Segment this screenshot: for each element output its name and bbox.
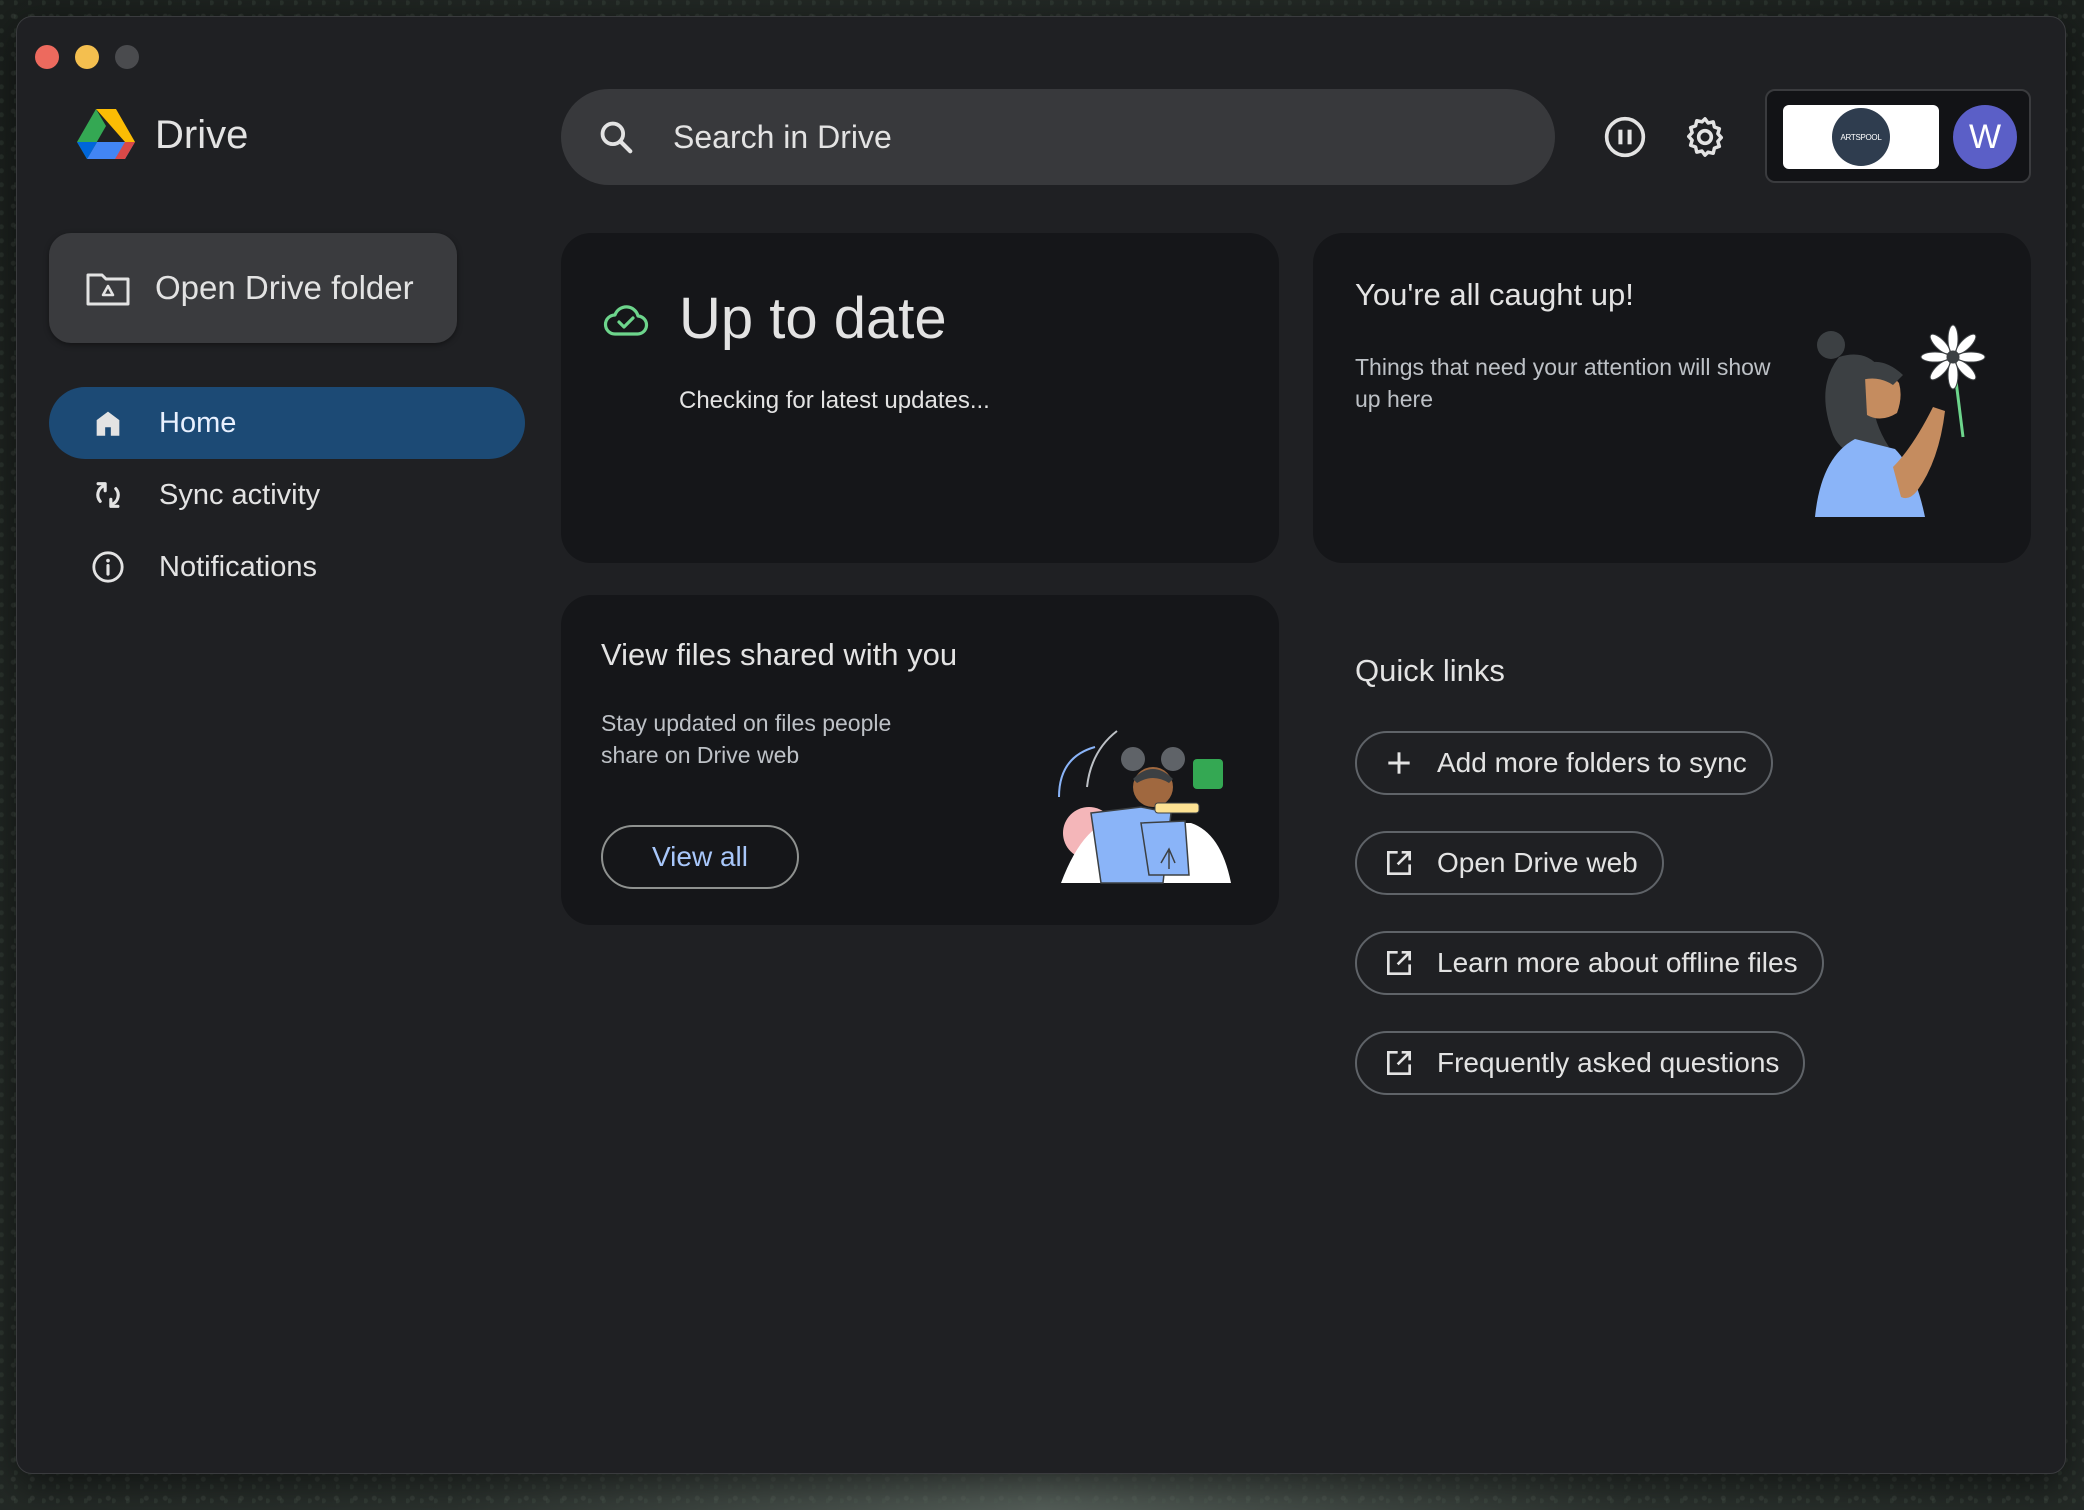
view-all-button[interactable]: View all: [601, 825, 799, 889]
app-brand: Drive: [77, 109, 248, 161]
add-folders-link[interactable]: Add more folders to sync: [1355, 731, 1773, 795]
search-icon: [600, 121, 633, 154]
status-subtitle: Checking for latest updates...: [679, 387, 990, 414]
maximize-window-button[interactable]: [115, 45, 139, 69]
open-drive-folder-label: Open Drive folder: [155, 269, 414, 306]
status-title: Up to date: [679, 286, 947, 351]
plus-icon: [1388, 752, 1410, 774]
open-drive-web-link[interactable]: Open Drive web: [1355, 831, 1664, 895]
offline-files-link[interactable]: Learn more about offline files: [1355, 931, 1824, 995]
search-bar[interactable]: [561, 89, 1555, 185]
quick-link-label: Open Drive web: [1437, 847, 1638, 878]
open-external-icon: [1387, 851, 1411, 875]
minimize-window-button[interactable]: [75, 45, 99, 69]
sidebar-item-label: Notifications: [159, 550, 317, 583]
search-input[interactable]: [671, 117, 1475, 157]
caught-up-card: You're all caught up! Things that need y…: [1313, 233, 2031, 563]
sidebar-item-label: Home: [159, 406, 237, 439]
caught-up-body: Things that need your attention will sho…: [1355, 354, 1771, 412]
app-title: Drive: [155, 112, 249, 157]
sync-icon: [96, 482, 120, 508]
shared-files-title: View files shared with you: [601, 637, 958, 672]
caught-up-title: You're all caught up!: [1355, 277, 1634, 312]
org-logo-badge: ARTSPOOL: [1832, 108, 1890, 166]
sidebar-item-label: Sync activity: [159, 478, 321, 511]
sidebar-item-sync-activity[interactable]: Sync activity: [49, 459, 525, 531]
faq-link[interactable]: Frequently asked questions: [1355, 1031, 1806, 1095]
info-icon: [92, 551, 124, 583]
account-switcher[interactable]: ARTSPOOL W: [1765, 89, 2031, 183]
sidebar-item-home[interactable]: Home: [49, 387, 525, 459]
quick-links-title: Quick links: [1355, 653, 1505, 688]
open-external-icon: [1387, 1051, 1411, 1075]
home-icon: [96, 411, 120, 436]
quick-link-label: Frequently asked questions: [1437, 1047, 1780, 1078]
shared-files-card: View files shared with you Stay updated …: [561, 595, 1279, 925]
gear-icon: [1686, 117, 1724, 157]
cloud-check-icon: [603, 305, 649, 336]
drive-window: Drive Open Drive folder Home Sync activi…: [16, 16, 2066, 1474]
pause-sync-button[interactable]: [1597, 109, 1653, 165]
person-with-folder-illustration: [1058, 730, 1231, 884]
open-external-icon: [1387, 951, 1411, 975]
quick-link-label: Add more folders to sync: [1437, 747, 1747, 778]
quick-link-label: Learn more about offline files: [1437, 947, 1798, 978]
shared-files-body: Stay updated on files people share on Dr…: [601, 710, 892, 768]
sidebar-item-notifications[interactable]: Notifications: [49, 531, 525, 603]
close-window-button[interactable]: [35, 45, 59, 69]
pause-icon: [1604, 116, 1646, 158]
sync-status-card: Up to date Checking for latest updates..…: [561, 233, 1279, 563]
folder-drive-icon: [86, 273, 130, 306]
sidebar-nav: Home Sync activity Notifications: [49, 387, 525, 603]
organization-logo: ARTSPOOL: [1783, 105, 1939, 169]
avatar[interactable]: W: [1953, 105, 2017, 169]
open-drive-folder-button[interactable]: Open Drive folder: [49, 233, 457, 343]
drive-logo-icon: [77, 109, 135, 159]
woman-with-flower-illustration: [1815, 324, 1986, 517]
settings-button[interactable]: [1677, 109, 1733, 165]
window-controls: [35, 45, 139, 69]
